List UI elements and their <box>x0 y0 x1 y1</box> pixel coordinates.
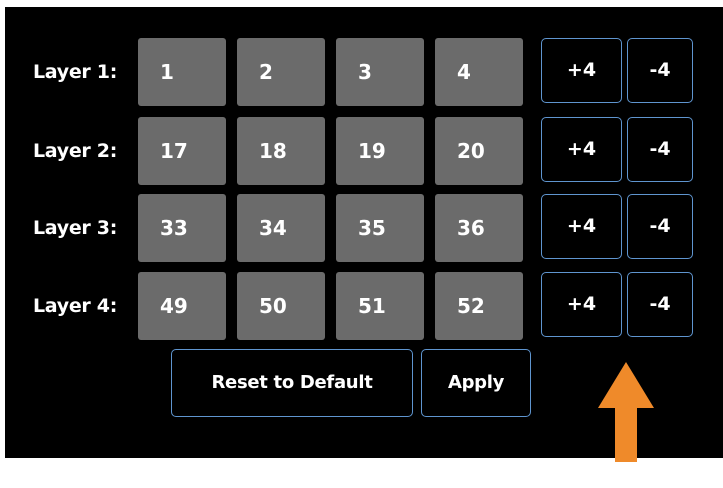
layer-slot[interactable]: 34 <box>237 194 325 262</box>
layer-slot[interactable]: 33 <box>138 194 226 262</box>
apply-button[interactable]: Apply <box>421 349 531 417</box>
layer-slot[interactable]: 36 <box>435 194 523 262</box>
layer-slot[interactable]: 1 <box>138 38 226 106</box>
layer-slot[interactable]: 35 <box>336 194 424 262</box>
up-arrow-icon <box>598 362 654 462</box>
decrement-4-button[interactable]: -4 <box>627 194 693 259</box>
layer-label: Layer 1: <box>33 61 118 83</box>
layer-row-4: Layer 4: 49 50 51 52 +4 -4 <box>5 272 723 340</box>
layer-slot[interactable]: 52 <box>435 272 523 340</box>
layer-row-3: Layer 3: 33 34 35 36 +4 -4 <box>5 194 723 262</box>
layer-label: Layer 2: <box>33 140 118 162</box>
increment-4-button[interactable]: +4 <box>541 272 622 337</box>
layer-label: Layer 4: <box>33 295 118 317</box>
layer-slot[interactable]: 2 <box>237 38 325 106</box>
layer-slot[interactable]: 49 <box>138 272 226 340</box>
layer-slot[interactable]: 4 <box>435 38 523 106</box>
increment-4-button[interactable]: +4 <box>541 38 622 103</box>
layer-slot[interactable]: 51 <box>336 272 424 340</box>
layer-row-1: Layer 1: 1 2 3 4 +4 -4 <box>5 38 723 106</box>
layer-slot[interactable]: 18 <box>237 117 325 185</box>
layer-slot[interactable]: 3 <box>336 38 424 106</box>
layer-row-2: Layer 2: 17 18 19 20 +4 -4 <box>5 117 723 185</box>
decrement-4-button[interactable]: -4 <box>627 272 693 337</box>
increment-4-button[interactable]: +4 <box>541 194 622 259</box>
layer-slot[interactable]: 17 <box>138 117 226 185</box>
decrement-4-button[interactable]: -4 <box>627 38 693 103</box>
decrement-4-button[interactable]: -4 <box>627 117 693 182</box>
layer-slot[interactable]: 19 <box>336 117 424 185</box>
increment-4-button[interactable]: +4 <box>541 117 622 182</box>
layer-slot[interactable]: 20 <box>435 117 523 185</box>
layer-label: Layer 3: <box>33 217 118 239</box>
reset-to-default-button[interactable]: Reset to Default <box>171 349 413 417</box>
layer-slot[interactable]: 50 <box>237 272 325 340</box>
